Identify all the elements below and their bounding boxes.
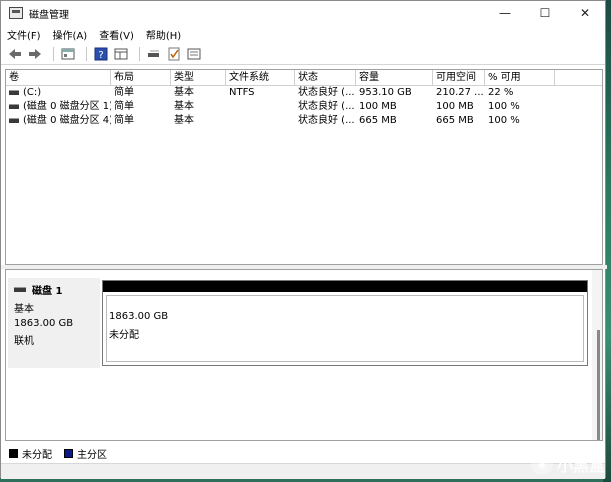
- partition-size: 1863.00 GB: [109, 311, 169, 322]
- table-row[interactable]: (磁盘 0 磁盘分区 4) 简单 基本 状态良好 (... 665 MB 665…: [6, 114, 602, 128]
- vertical-scrollbar[interactable]: [592, 270, 602, 440]
- title-bar: 磁盘管理 — ☐ ✕: [1, 1, 605, 25]
- disk-graphical-view: 磁盘 1 基本 1863.00 GB 联机 1863.00 GB 未分配: [5, 269, 603, 441]
- column-header-filesystem[interactable]: 文件系统: [226, 70, 295, 86]
- disk-name: 磁盘 1: [32, 286, 63, 297]
- volume-filesystem: NTFS: [229, 87, 255, 98]
- menu-help[interactable]: 帮助(H): [146, 27, 181, 42]
- help-icon[interactable]: ?: [93, 46, 109, 62]
- partition-label: 未分配: [109, 330, 139, 341]
- volume-layout: 简单: [114, 87, 134, 98]
- watermark-logo-icon: ◉: [530, 453, 553, 475]
- toolbar-separator: [53, 46, 54, 61]
- legend-swatch-unallocated: [9, 448, 18, 458]
- watermark: ◉ 小黑盒: [530, 452, 605, 476]
- disk-icon: [14, 287, 26, 292]
- volume-name: (C:): [23, 87, 42, 98]
- volume-icon: [9, 103, 19, 109]
- disk-type: 基本: [14, 304, 34, 315]
- column-header-layout[interactable]: 布局: [111, 70, 171, 86]
- volume-capacity: 665 MB: [359, 115, 397, 126]
- menu-file[interactable]: 文件(F): [7, 27, 41, 42]
- legend-label-unallocated: 未分配: [22, 449, 52, 461]
- volume-free-space: 210.27 ...: [436, 87, 484, 98]
- disk-info-panel[interactable]: 磁盘 1 基本 1863.00 GB 联机: [8, 278, 100, 368]
- maximize-button[interactable]: ☐: [525, 1, 565, 25]
- column-header-percent-free[interactable]: % 可用: [485, 70, 555, 86]
- volume-percent-free: 22 %: [488, 87, 514, 98]
- column-header-capacity[interactable]: 容量: [356, 70, 433, 86]
- volume-list[interactable]: 卷 布局 类型 文件系统 状态 容量 可用空间 % 可用 (C:) 简单 基本 …: [5, 69, 603, 265]
- volume-filesystem: [226, 114, 295, 128]
- volume-layout: 简单: [114, 101, 134, 112]
- svg-text:?: ?: [98, 50, 103, 61]
- volume-layout: 简单: [114, 115, 134, 126]
- volume-name: (磁盘 0 磁盘分区 1): [23, 101, 111, 112]
- disk-management-window: 磁盘管理 — ☐ ✕ 文件(F) 操作(A) 查看(V) 帮助(H) ? 卷 布…: [0, 0, 607, 479]
- disk-icon[interactable]: [146, 46, 162, 62]
- volume-icon: [9, 117, 19, 123]
- legend-label-primary: 主分区: [77, 449, 107, 461]
- toolbar-separator: [139, 46, 140, 61]
- volume-capacity: 100 MB: [359, 101, 397, 112]
- disk-management-app-icon: [9, 7, 23, 19]
- close-button[interactable]: ✕: [565, 1, 605, 25]
- menu-bar: 文件(F) 操作(A) 查看(V) 帮助(H): [1, 25, 605, 43]
- back-icon[interactable]: [7, 46, 23, 62]
- check-icon[interactable]: [166, 46, 182, 62]
- table-row[interactable]: (磁盘 0 磁盘分区 1) 简单 基本 状态良好 (... 100 MB 100…: [6, 100, 602, 114]
- volume-filesystem: [226, 100, 295, 114]
- disk-size: 1863.00 GB: [14, 318, 74, 329]
- column-header-volume[interactable]: 卷: [6, 70, 111, 86]
- watermark-text: 小黑盒: [556, 456, 605, 475]
- volume-percent-free: 100 %: [488, 101, 520, 112]
- list-icon[interactable]: [186, 46, 202, 62]
- table-row[interactable]: (C:) 简单 基本 NTFS 状态良好 (... 953.10 GB 210.…: [6, 86, 602, 100]
- column-header-type[interactable]: 类型: [171, 70, 226, 86]
- volume-status: 状态良好 (...: [298, 115, 355, 126]
- volume-status: 状态良好 (...: [298, 101, 355, 112]
- volume-name: (磁盘 0 磁盘分区 4): [23, 115, 111, 126]
- volume-list-header: 卷 布局 类型 文件系统 状态 容量 可用空间 % 可用: [6, 70, 602, 86]
- menu-view[interactable]: 查看(V): [99, 27, 134, 42]
- layout-icon[interactable]: [113, 46, 129, 62]
- volume-icon: [9, 89, 19, 95]
- volume-type: 基本: [174, 101, 194, 112]
- volume-free-space: 665 MB: [436, 115, 474, 126]
- unallocated-color-bar: [103, 281, 587, 292]
- unallocated-partition[interactable]: 1863.00 GB 未分配: [102, 280, 588, 366]
- toolbar-separator: [86, 46, 87, 61]
- window-controls: — ☐ ✕: [485, 1, 605, 25]
- minimize-button[interactable]: —: [485, 1, 525, 25]
- volume-capacity: 953.10 GB: [359, 87, 412, 98]
- volume-free-space: 100 MB: [436, 101, 474, 112]
- forward-icon[interactable]: [27, 46, 43, 62]
- volume-type: 基本: [174, 115, 194, 126]
- properties-icon[interactable]: [60, 46, 76, 62]
- volume-type: 基本: [174, 87, 194, 98]
- volume-percent-free: 100 %: [488, 115, 520, 126]
- legend-swatch-primary: [64, 448, 73, 458]
- column-header-free-space[interactable]: 可用空间: [433, 70, 485, 86]
- column-header-status[interactable]: 状态: [295, 70, 356, 86]
- volume-status: 状态良好 (...: [298, 87, 355, 98]
- menu-action[interactable]: 操作(A): [53, 27, 88, 42]
- legend: 未分配 主分区: [5, 445, 603, 461]
- scrollbar-thumb[interactable]: [597, 330, 600, 440]
- toolbar: ?: [1, 43, 605, 65]
- disk-status: 联机: [14, 336, 34, 347]
- status-bar: [1, 463, 605, 479]
- window-title: 磁盘管理: [29, 9, 69, 21]
